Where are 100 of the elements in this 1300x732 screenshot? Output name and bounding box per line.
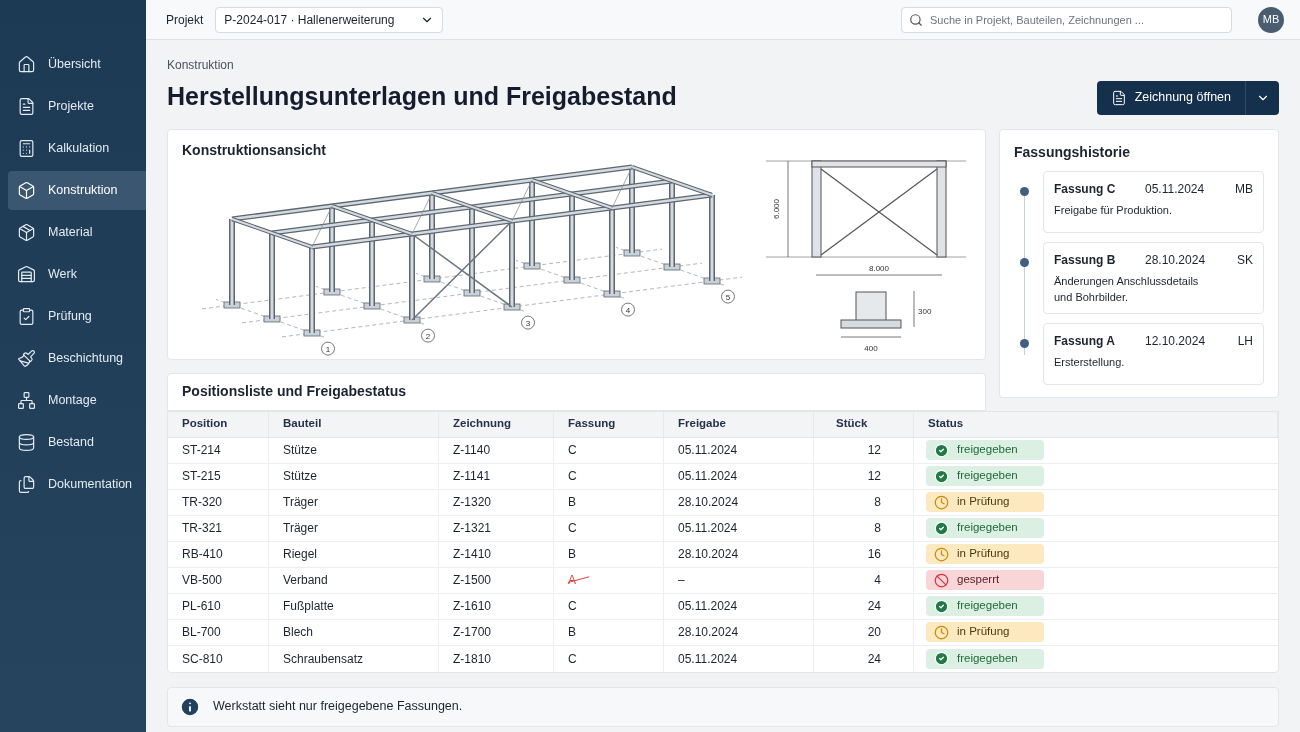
table-cell-text: Träger: [283, 520, 318, 537]
grid-axis-marker: 2: [421, 328, 435, 342]
table-cell-text: TR-321: [182, 520, 222, 537]
cube-icon: [17, 181, 36, 200]
status-badge: freigegeben: [926, 440, 1044, 460]
user-avatar[interactable]: MB: [1258, 6, 1284, 33]
database-icon: [17, 433, 36, 452]
table-cell-text: B: [568, 546, 577, 562]
revision-card[interactable]: Fassung B 28.10.2024 SK Änderungen Anschlussdetails und Bohrbilder.: [1043, 241, 1264, 314]
table-cell-text: C: [568, 598, 578, 614]
table-cell-text: Träger: [283, 494, 318, 511]
sidebar-item[interactable]: Material: [8, 213, 146, 252]
column-header: Bauteil: [283, 416, 322, 432]
revision-card[interactable]: Fassung C 05.11.2024 MB Freigabe für Produktion.: [1043, 170, 1264, 233]
status-badge: gesperrt: [926, 570, 1044, 590]
table-cell-text: 05.11.2024: [678, 442, 738, 459]
column-header: Position: [182, 416, 228, 432]
table-cell-text: 12: [867, 468, 881, 485]
column-header: Status: [928, 416, 964, 432]
calculator-icon: [17, 139, 36, 158]
table-cell-text: 24: [867, 650, 881, 668]
grid-axis-marker: 1: [321, 341, 335, 355]
sidebar-item[interactable]: Kalkulation: [8, 129, 146, 168]
sidebar-item[interactable]: Montage: [8, 381, 146, 420]
table-cell-text: Z-1810: [453, 650, 492, 668]
sidebar-item[interactable]: Werk: [8, 255, 146, 294]
dimension-label: 400: [864, 343, 878, 353]
sidebar-item[interactable]: Bestand: [8, 423, 146, 462]
table-cell-text: VB-500: [182, 572, 223, 589]
document-icon: [17, 97, 36, 116]
card-title: Konstruktionsansicht: [182, 140, 327, 160]
revision-author: SK: [1237, 251, 1253, 269]
table-cell-text: Z-1140: [453, 442, 491, 459]
revision-date: 12.10.2024: [1145, 332, 1207, 350]
check-circle-icon: [934, 468, 949, 484]
revision-card[interactable]: Fassung A 12.10.2024 LH Ersterstellung.: [1043, 322, 1264, 385]
table-cell-text: 28.10.2024: [678, 494, 739, 511]
card-title: Positionsliste und Freigabestatus: [182, 382, 407, 401]
sidebar-item[interactable]: Prüfung: [8, 297, 146, 336]
clipboard-check-icon: [17, 307, 36, 326]
sidebar-item[interactable]: Dokumentation: [8, 465, 146, 504]
table-cell-text: 05.11.2024: [678, 520, 738, 537]
table-cell-text: 28.10.2024: [678, 546, 739, 563]
table-cell-text: Schraubensatz: [283, 650, 364, 668]
sidebar-item[interactable]: Übersicht: [8, 45, 146, 84]
info-icon: [179, 695, 201, 718]
table-cell-text: Z-1500: [453, 572, 492, 589]
project-label: Projekt: [166, 11, 204, 29]
sidebar-item[interactable]: Beschichtung: [8, 339, 146, 378]
search-icon: [909, 12, 923, 27]
table-cell-text: Stütze: [283, 442, 318, 459]
sidebar-item[interactable]: Konstruktion: [8, 171, 146, 210]
column-header: Stück: [836, 416, 868, 432]
dimension-label: 300: [918, 306, 932, 316]
table-cell-text: C: [568, 442, 578, 458]
table-cell-text: Fußplatte: [283, 598, 334, 615]
table-cell-text: Z-1700: [453, 624, 492, 641]
clock-icon: [934, 624, 949, 640]
house-icon: [17, 55, 36, 74]
documents-icon: [17, 475, 36, 494]
table-cell-text: 05.11.2024: [678, 468, 738, 485]
card-title: Fassungshistorie: [1014, 142, 1131, 162]
table-cell-text: BL-700: [182, 624, 221, 641]
table-cell-text: B: [568, 624, 577, 640]
table-cell-text: ST-214: [182, 442, 221, 459]
open-drawing-button[interactable]: Zeichnung öffnen: [1096, 80, 1245, 115]
table-cell-text: Z-1610: [453, 598, 492, 615]
column-header: Fassung: [568, 416, 616, 432]
table-cell-text: Verband: [283, 572, 328, 589]
table-cell-text: 12: [867, 442, 881, 459]
table-cell-text: PL-610: [182, 598, 221, 615]
table-cell-text: B: [568, 494, 577, 510]
sidebar-item[interactable]: Projekte: [8, 87, 146, 126]
column-header: Zeichnung: [453, 416, 512, 432]
table-cell-text: 05.11.2024: [678, 598, 738, 615]
revision-name: Fassung B: [1054, 251, 1117, 269]
table-cell-text: Z-1410: [453, 546, 492, 563]
project-dropdown[interactable]: P-2024-017 · Hallenerweiterung: [215, 6, 444, 33]
status-badge: freigegeben: [926, 518, 1044, 538]
revision-author: MB: [1235, 180, 1253, 198]
table-cell-text: Z-1320: [453, 494, 492, 511]
table-cell-text: 8: [874, 520, 881, 537]
table-cell-text: SC-810: [182, 650, 223, 668]
column-header: Freigabe: [678, 416, 726, 432]
check-circle-icon: [934, 651, 949, 666]
table-cell-text: Z-1321: [453, 520, 492, 537]
table-cell-text: –: [678, 572, 685, 589]
revision-author: LH: [1237, 332, 1253, 350]
search-field[interactable]: Suche in Projekt, Bauteilen, Zeichnungen ...: [901, 6, 1232, 33]
table-cell-text: RB-410: [182, 546, 223, 563]
revision-note: Änderungen Anschlussdetails und Bohrbilder.: [1054, 273, 1200, 305]
brush-icon: [17, 349, 36, 368]
table-cell-text: 05.11.2024: [678, 650, 738, 668]
revision-name: Fassung A: [1054, 332, 1116, 350]
status-badge: in Prüfung: [926, 544, 1044, 564]
warehouse-icon: [17, 265, 36, 284]
breadcrumb: Konstruktion: [167, 57, 235, 74]
revision-date: 05.11.2024: [1145, 180, 1206, 198]
grid-axis-marker: 5: [721, 289, 735, 303]
table-cell-text: 16: [867, 546, 881, 563]
